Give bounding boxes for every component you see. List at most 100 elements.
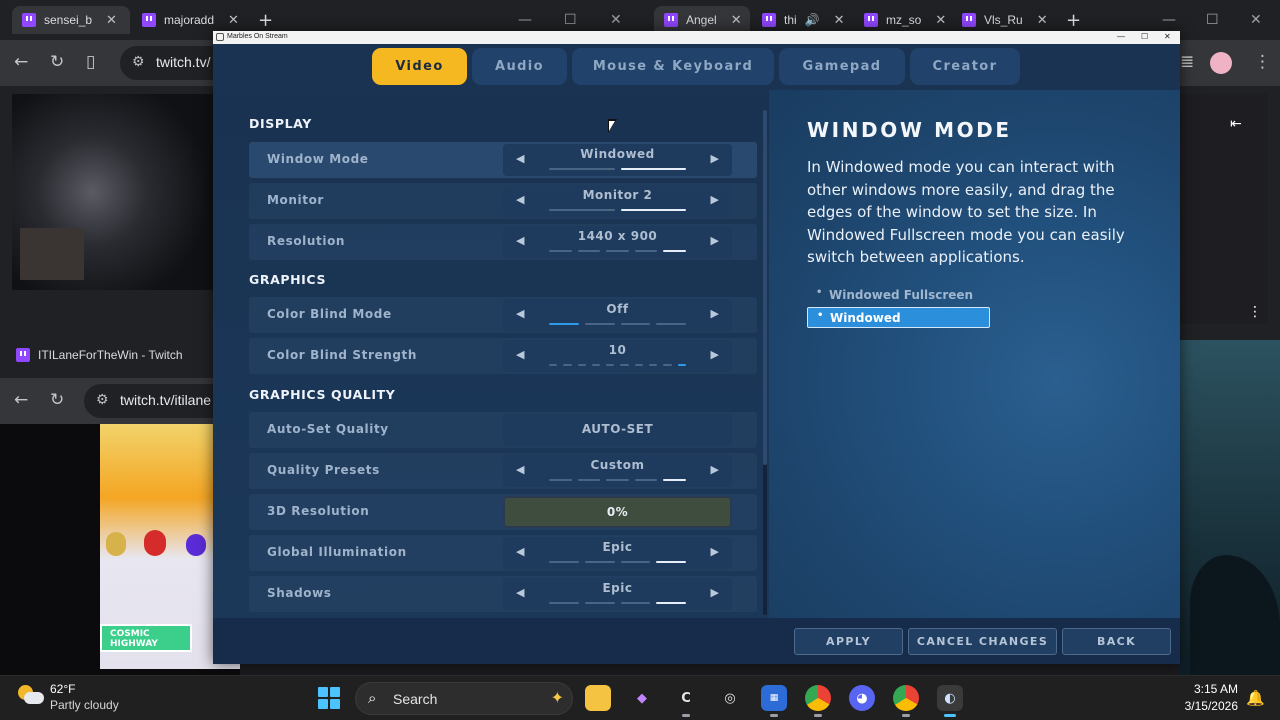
tab-mouse-keyboard[interactable]: Mouse & Keyboard (572, 48, 774, 85)
weather-temperature[interactable]: 62°F (50, 682, 75, 696)
close-tab-icon[interactable]: ✕ (834, 12, 845, 28)
arrow-right-icon[interactable]: ▶ (711, 234, 719, 247)
arrow-left-icon[interactable]: ◀ (516, 152, 524, 165)
close-tab-icon[interactable]: ✕ (935, 12, 946, 28)
notification-icon[interactable]: 🔔 (1246, 689, 1265, 707)
arrow-left-icon[interactable]: ◀ (516, 307, 524, 320)
app-icon[interactable]: C (673, 685, 699, 717)
arrow-right-icon[interactable]: ▶ (711, 348, 719, 361)
minimize-icon[interactable]: — (1117, 32, 1125, 41)
maximize-icon[interactable]: ☐ (1206, 12, 1219, 28)
start-button[interactable] (318, 687, 340, 709)
close-window-icon[interactable]: ✕ (1164, 32, 1171, 41)
reload-icon[interactable]: ↻ (50, 52, 64, 72)
setting-row-window-mode[interactable]: Window Mode ◀ Windowed ▶ (249, 142, 757, 178)
cancel-changes-button[interactable]: CANCEL CHANGES (908, 628, 1057, 655)
maximize-icon[interactable]: ☐ (1141, 32, 1148, 41)
option-windowed[interactable]: Windowed (807, 307, 990, 328)
arrow-left-icon[interactable]: ◀ (516, 545, 524, 558)
reload-icon[interactable]: ↻ (50, 390, 64, 410)
back-button[interactable]: BACK (1062, 628, 1171, 655)
browser-tab[interactable]: Vls_Ru ✕ (952, 6, 1048, 34)
address-bar[interactable]: ⚙ twitch.tv/itilane (84, 384, 234, 418)
stream-video[interactable]: ⇤ ⋮ (1180, 94, 1268, 324)
arrow-left-icon[interactable]: ◀ (516, 463, 524, 476)
auto-set-button[interactable]: AUTO-SET (503, 414, 732, 446)
app-icon[interactable]: ▦ (761, 685, 787, 717)
tab-creator[interactable]: Creator (910, 48, 1020, 85)
tab-gamepad[interactable]: Gamepad (779, 48, 905, 85)
back-icon[interactable]: ← (14, 390, 28, 410)
chrome-icon[interactable] (805, 685, 831, 717)
site-info-icon[interactable]: ⚙ (132, 53, 145, 70)
arrow-right-icon[interactable]: ▶ (711, 193, 719, 206)
chrome-icon[interactable] (893, 685, 919, 717)
file-explorer-icon[interactable] (585, 685, 611, 711)
setting-row-resolution[interactable]: Resolution ◀ 1440 x 900 ▶ (249, 224, 757, 260)
setting-row-shadows[interactable]: Shadows ◀ Epic ▶ (249, 576, 757, 612)
close-tab-icon[interactable]: ✕ (1037, 12, 1048, 28)
site-info-icon[interactable]: ⚙ (96, 391, 109, 408)
tab-video[interactable]: Video (372, 48, 467, 85)
app-icon[interactable]: ◆ (629, 685, 655, 711)
settings-scrollbar[interactable] (763, 110, 767, 615)
profile-avatar[interactable] (1210, 52, 1232, 74)
browser-tab[interactable]: Angel ✕ (654, 6, 750, 34)
new-tab-button[interactable]: + (1066, 10, 1081, 31)
maximize-icon[interactable]: ☐ (564, 12, 577, 28)
close-tab-icon[interactable]: ✕ (731, 12, 742, 28)
taskbar-search[interactable]: ⌕ Search ✦ (355, 682, 573, 715)
menu-icon[interactable]: ⋮ (1254, 52, 1271, 72)
close-window-icon[interactable]: ✕ (610, 12, 622, 28)
stream-video[interactable]: COSMIC HIGHWAY (0, 424, 240, 675)
setting-row-global-illumination[interactable]: Global Illumination ◀ Epic ▶ (249, 535, 757, 571)
browser-tab[interactable]: mz_so ✕ (854, 6, 950, 34)
discord-icon[interactable]: ◕ (849, 685, 875, 711)
clock-time[interactable]: 3:15 AM (1180, 682, 1238, 696)
arrow-right-icon[interactable]: ▶ (711, 545, 719, 558)
setting-row-color-blind-mode[interactable]: Color Blind Mode ◀ Off ▶ (249, 297, 757, 333)
weather-description[interactable]: Partly cloudy (50, 698, 119, 712)
arrow-left-icon[interactable]: ◀ (516, 234, 524, 247)
minimize-icon[interactable]: — (518, 12, 532, 28)
scrollbar-thumb[interactable] (763, 110, 767, 465)
tab-audio[interactable]: Audio (472, 48, 567, 85)
arrow-right-icon[interactable]: ▶ (711, 152, 719, 165)
minimize-icon[interactable]: — (1162, 12, 1176, 28)
stream-video[interactable] (12, 94, 213, 290)
browser-tab[interactable]: sensei_b ✕ (12, 6, 130, 34)
browser-tab[interactable]: thi 🔊 ✕ (752, 6, 848, 34)
arrow-left-icon[interactable]: ◀ (516, 193, 524, 206)
setting-row-quality-presets[interactable]: Quality Presets ◀ Custom ▶ (249, 453, 757, 489)
arrow-left-icon[interactable]: ◀ (516, 586, 524, 599)
level-bar (634, 364, 644, 366)
back-icon[interactable]: ← (14, 52, 28, 72)
info-panel: WINDOW MODE In Windowed mode you can int… (769, 90, 1180, 618)
setting-row-monitor[interactable]: Monitor ◀ Monitor 2 ▶ (249, 183, 757, 219)
sidebar-icon[interactable]: ▯ (86, 52, 95, 72)
game-window: Marbles On Stream — ☐ ✕ Video Audio Mous… (213, 31, 1180, 664)
arrow-right-icon[interactable]: ▶ (711, 586, 719, 599)
browser-tab[interactable]: majoradd ✕ (132, 6, 250, 34)
app-icon[interactable]: ◎ (717, 685, 743, 711)
close-tab-icon[interactable]: ✕ (228, 12, 239, 28)
level-bar (549, 561, 579, 563)
marbles-app-icon[interactable]: ◐ (937, 685, 963, 717)
speaker-icon[interactable]: 🔊 (805, 13, 820, 27)
collapse-icon[interactable]: ⇤ (1230, 116, 1242, 132)
apply-button[interactable]: APPLY (794, 628, 903, 655)
weather-icon[interactable] (18, 685, 44, 705)
close-tab-icon[interactable]: ✕ (106, 12, 117, 28)
close-window-icon[interactable]: ✕ (1250, 12, 1262, 28)
clock-date[interactable]: 3/15/2026 (1168, 699, 1238, 713)
setting-row-color-blind-strength[interactable]: Color Blind Strength ◀ 10 ▶ (249, 338, 757, 374)
extensions-icon[interactable]: ≣ (1180, 52, 1194, 72)
more-options-icon[interactable]: ⋮ (1248, 304, 1262, 320)
option-windowed-fullscreen[interactable]: Windowed Fullscreen (807, 285, 990, 306)
arrow-right-icon[interactable]: ▶ (711, 307, 719, 320)
lower-tab[interactable]: ITILaneForTheWin - Twitch (16, 348, 183, 362)
arrow-left-icon[interactable]: ◀ (516, 348, 524, 361)
arrow-right-icon[interactable]: ▶ (711, 463, 719, 476)
new-tab-button[interactable]: + (258, 10, 273, 31)
resolution-slider[interactable]: 0% (503, 496, 732, 528)
